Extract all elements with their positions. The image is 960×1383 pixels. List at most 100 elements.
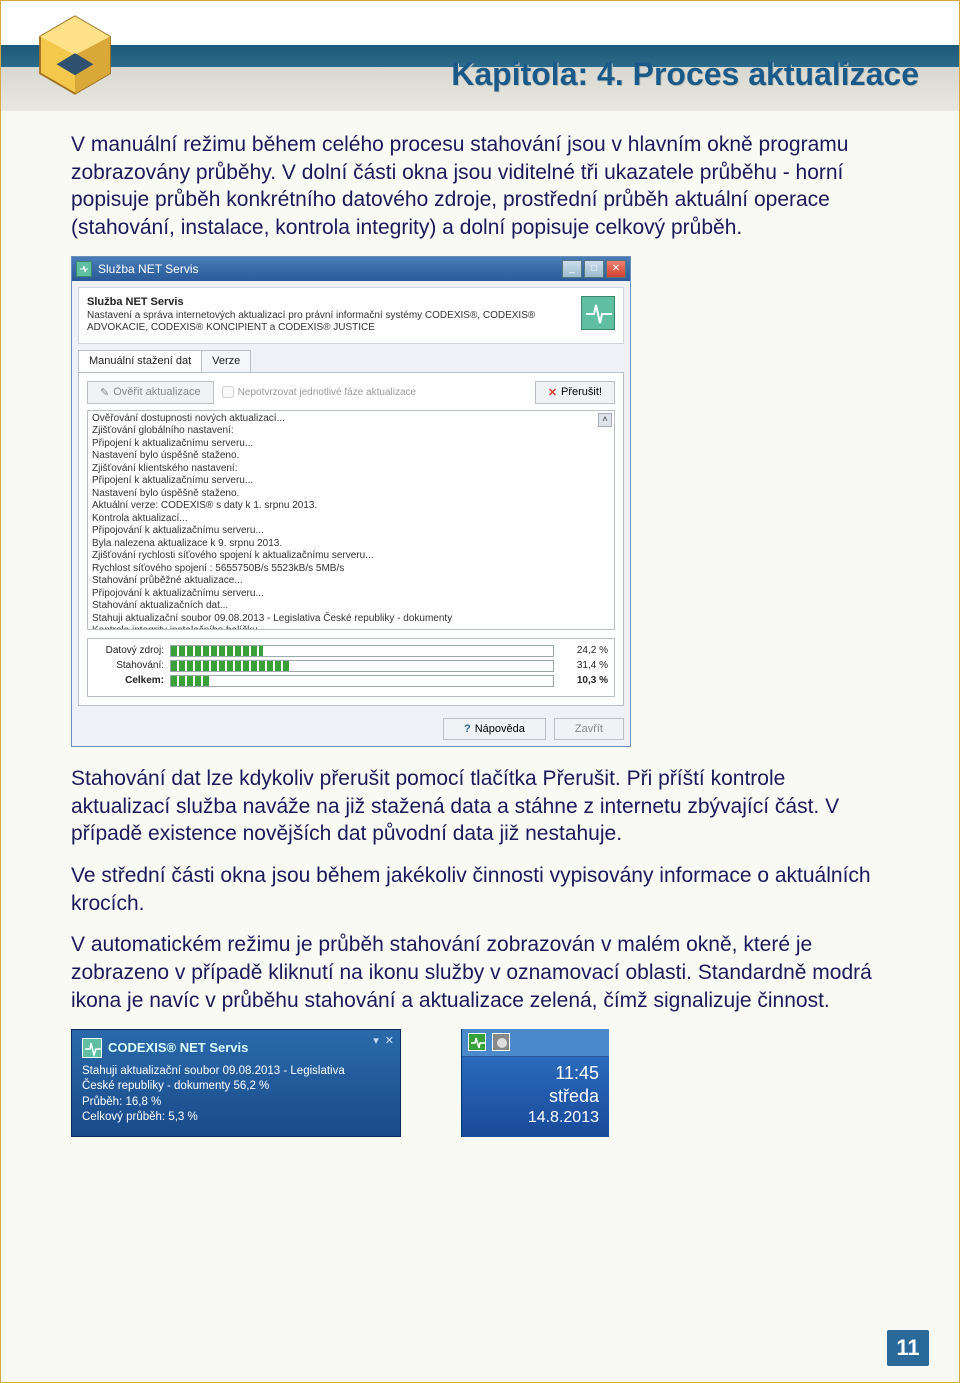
progress-source-label: Datový zdroj:: [94, 645, 164, 656]
tab-version[interactable]: Verze: [201, 350, 251, 372]
notification-row: ▾ ✕ CODEXIS® NET Servis Stahuji aktualiz…: [71, 1029, 889, 1137]
close-button[interactable]: ✕: [606, 260, 626, 278]
progress-download-pct: 31,4 %: [560, 660, 608, 671]
noconfirm-checkbox[interactable]: Nepotvrzovat jednotlivé fáze aktualizace: [222, 386, 416, 398]
log-line: Připojení k aktualizačnímu serveru...: [92, 475, 610, 488]
verify-label: Ověřit aktualizace: [113, 386, 200, 398]
log-line: Ověřování dostupnosti nových aktualizací…: [92, 413, 610, 426]
log-line: Zjišťování klientského nastavení:: [92, 463, 610, 476]
titlebar: Služba NET Servis _ □ ✕: [72, 257, 630, 281]
abort-label: Přerušit!: [561, 386, 602, 398]
progress-source-fill: [171, 646, 263, 656]
app-header-desc: Nastavení a správa internetových aktuali…: [87, 310, 571, 335]
window-title: Služba NET Servis: [98, 262, 198, 276]
toolbar: ✎ Ověřit aktualizace Nepotvrzovat jednot…: [87, 381, 615, 404]
progress-download-label: Stahování:: [94, 660, 164, 671]
toast-app-icon: [82, 1038, 102, 1058]
panel: ✎ Ověřit aktualizace Nepotvrzovat jednot…: [78, 372, 624, 706]
progress-total-label: Celkem:: [94, 675, 164, 686]
toast-line-3: Průběh: 16,8 %: [82, 1095, 390, 1111]
progress-total-fill: [171, 676, 210, 686]
window-controls: _ □ ✕: [562, 260, 626, 278]
log-line: Stahování aktualizačních dat...: [92, 600, 610, 613]
log-line: Zjišťování globálního nastavení:: [92, 425, 610, 438]
scroll-up-icon[interactable]: ˄: [598, 413, 612, 427]
tray-date: 14.8.2013: [472, 1109, 599, 1127]
document-page: Kapitola: 4. Proces aktualizace V manuál…: [0, 0, 960, 1383]
progress-section: Datový zdroj: 24,2 % Stahování: 31,4 % C…: [87, 638, 615, 697]
tray-other-icon[interactable]: [492, 1033, 510, 1051]
verify-button[interactable]: ✎ Ověřit aktualizace: [87, 381, 214, 404]
chapter-label: Kapitola:: [451, 56, 588, 92]
close-window-label: Zavřít: [575, 723, 603, 735]
progress-source-pct: 24,2 %: [560, 645, 608, 656]
page-number: 11: [887, 1330, 929, 1366]
log-line: Byla nalezena aktualizace k 9. srpnu 201…: [92, 538, 610, 551]
toast-menu-icon[interactable]: ▾: [373, 1034, 379, 1047]
progress-total-bar: [170, 675, 554, 687]
app-header: Služba NET Servis Nastavení a správa int…: [78, 287, 624, 344]
content-area: V manuální režimu během celého procesu s…: [1, 111, 959, 1137]
progress-total-pct: 10,3 %: [560, 675, 608, 686]
page-header: Kapitola: 4. Proces aktualizace: [1, 1, 959, 111]
help-button[interactable]: ? Nápověda: [443, 718, 546, 740]
log-line: Nastavení bylo úspěšně staženo.: [92, 488, 610, 501]
toast-header: CODEXIS® NET Servis: [82, 1038, 390, 1058]
tray-day: středa: [472, 1086, 599, 1107]
tab-manual[interactable]: Manuální stažení dat: [78, 350, 202, 372]
progress-download: Stahování: 31,4 %: [94, 660, 608, 672]
progress-download-bar: [170, 660, 554, 672]
close-window-button[interactable]: Zavřít: [554, 718, 624, 740]
chapter-title: Kapitola: 4. Proces aktualizace: [451, 56, 919, 93]
maximize-button[interactable]: □: [584, 260, 604, 278]
system-tray: 11:45 středa 14.8.2013: [461, 1029, 609, 1137]
help-label: Nápověda: [475, 723, 525, 735]
log-line: Nastavení bylo úspěšně staženo.: [92, 450, 610, 463]
toast-title: CODEXIS® NET Servis: [108, 1040, 248, 1055]
log-line: Připojování k aktualizačnímu serveru...: [92, 588, 610, 601]
x-icon: ✕: [548, 386, 557, 399]
log-line: Připojení k aktualizačnímu serveru...: [92, 438, 610, 451]
abort-button[interactable]: ✕ Přerušit!: [535, 381, 615, 404]
log-line: Kontrola integrity instalačního balíčku.…: [92, 625, 610, 630]
log-line: Zjišťování rychlosti síťového spojení k …: [92, 550, 610, 563]
tray-time: 11:45: [472, 1063, 599, 1084]
noconfirm-label: Nepotvrzovat jednotlivé fáze aktualizace: [238, 387, 416, 398]
bottom-buttons: ? Nápověda Zavřít: [72, 712, 630, 746]
progress-source-bar: [170, 645, 554, 657]
minimize-button[interactable]: _: [562, 260, 582, 278]
noconfirm-input[interactable]: [222, 386, 234, 398]
log-line: Stahování průběžné aktualizace...: [92, 575, 610, 588]
toast-controls: ▾ ✕: [373, 1034, 394, 1047]
log-line: Aktuální verze: CODEXIS® s daty k 1. srp…: [92, 500, 610, 513]
log-line: Rychlost síťového spojení : 5655750B/s 5…: [92, 563, 610, 576]
toast-line-1: Stahuji aktualizační soubor 09.08.2013 -…: [82, 1064, 390, 1080]
tray-service-icon[interactable]: [468, 1033, 486, 1051]
toast-notification: ▾ ✕ CODEXIS® NET Servis Stahuji aktualiz…: [71, 1029, 401, 1137]
progress-source: Datový zdroj: 24,2 %: [94, 645, 608, 657]
paragraph-1: V manuální režimu během celého procesu s…: [71, 131, 889, 242]
app-icon: [76, 261, 92, 277]
paragraph-4: V automatickém režimu je průběh stahován…: [71, 931, 889, 1014]
tray-icons: [462, 1029, 609, 1057]
help-icon: ?: [464, 723, 471, 735]
progress-download-fill: [171, 661, 291, 671]
tray-clock: 11:45 středa 14.8.2013: [462, 1057, 609, 1137]
wand-icon: ✎: [100, 386, 109, 399]
app-header-title: Služba NET Servis: [87, 296, 571, 308]
log-box: ˄ Ověřování dostupnosti nových aktualiza…: [87, 410, 615, 630]
log-line: Kontrola aktualizací...: [92, 513, 610, 526]
toast-line-4: Celkový průběh: 5,3 %: [82, 1110, 390, 1126]
chapter-name: 4. Proces aktualizace: [597, 56, 919, 92]
tabs: Manuální stažení dat Verze: [78, 350, 624, 372]
progress-total: Celkem: 10,3 %: [94, 675, 608, 687]
logo-icon: [29, 9, 121, 101]
toast-line-2: České republiky - dokumenty 56,2 %: [82, 1079, 390, 1095]
log-line: Stahuji aktualizační soubor 09.08.2013 -…: [92, 613, 610, 626]
toast-close-icon[interactable]: ✕: [385, 1034, 394, 1047]
app-window: Služba NET Servis _ □ ✕ Služba NET Servi…: [71, 256, 631, 747]
toast-body: Stahuji aktualizační soubor 09.08.2013 -…: [82, 1064, 390, 1126]
heartbeat-icon: [581, 296, 615, 330]
log-line: Připojování k aktualizačnímu serveru...: [92, 525, 610, 538]
paragraph-3: Ve střední části okna jsou během jakékol…: [71, 862, 889, 917]
